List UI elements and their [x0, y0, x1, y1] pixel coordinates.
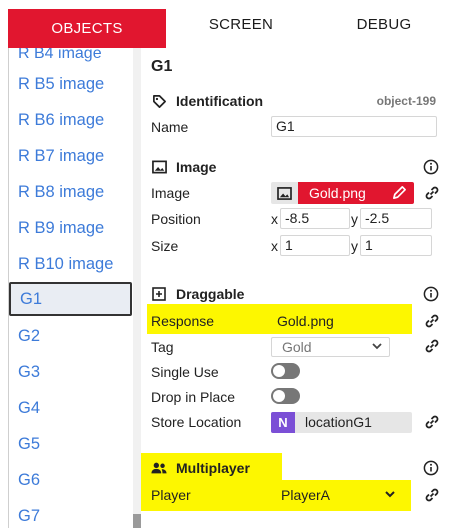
store-location-value: locationG1 [305, 414, 372, 430]
image-row-label: Image [151, 185, 190, 201]
drop-in-place-toggle[interactable] [271, 388, 300, 404]
tab-objects[interactable]: OBJECTS [0, 0, 167, 48]
tag-value: Gold [282, 339, 312, 355]
single-use-label: Single Use [151, 364, 219, 380]
name-field[interactable]: G1 [271, 116, 437, 137]
position-x-field[interactable]: -8.5 [280, 208, 350, 229]
list-item[interactable]: R B6 image [9, 102, 133, 138]
identification-label: Identification [176, 93, 264, 109]
size-y-field[interactable]: 1 [360, 235, 432, 256]
object-title: G1 [151, 58, 173, 75]
info-icon[interactable] [423, 286, 439, 302]
multiplayer-heading: Multiplayer [151, 458, 250, 478]
properties-panel: G1 Identification object-199 Name G1 Ima… [141, 48, 453, 528]
list-item[interactable]: R B9 image [9, 210, 133, 246]
size-x-label: x [271, 238, 278, 254]
list-item[interactable]: G4 [9, 390, 133, 426]
list-item[interactable]: G5 [9, 426, 133, 462]
image-thumb-icon [271, 182, 298, 204]
name-label: Name [151, 119, 189, 135]
response-value[interactable]: Gold.png [277, 313, 334, 329]
tab-bar: OBJECTS SCREEN DEBUG [0, 0, 453, 48]
info-icon[interactable] [423, 460, 439, 476]
object-id: object-199 [376, 94, 436, 108]
list-item[interactable]: G3 [9, 354, 133, 390]
link-icon[interactable] [423, 312, 441, 330]
player-select[interactable]: PlayerA [269, 485, 407, 506]
image-picker[interactable]: Gold.png [271, 182, 414, 204]
pencil-icon[interactable] [392, 185, 407, 200]
list-scrollbar[interactable] [133, 48, 141, 528]
tab-debug[interactable]: DEBUG [315, 0, 453, 48]
list-item[interactable]: R B4 image [9, 48, 133, 66]
image-heading: Image [151, 157, 216, 177]
single-use-toggle[interactable] [271, 363, 300, 379]
position-y-label: y [351, 211, 358, 227]
position-y-field[interactable]: -2.5 [360, 208, 432, 229]
position-label: Position [151, 211, 201, 227]
list-item[interactable]: R B5 image [9, 66, 133, 102]
player-label: Player [151, 487, 191, 503]
multiplayer-label: Multiplayer [176, 460, 250, 476]
response-label: Response [151, 313, 215, 329]
plus-box-icon [151, 286, 167, 302]
size-y-label: y [351, 238, 358, 254]
tab-screen[interactable]: SCREEN [167, 0, 315, 48]
list-item[interactable]: R B8 image [9, 174, 133, 210]
list-item[interactable]: G7 [9, 498, 133, 528]
list-item[interactable]: G2 [9, 318, 133, 354]
image-icon [151, 159, 167, 175]
identification-heading: Identification [151, 91, 263, 111]
location-badge: N [271, 412, 295, 433]
link-icon[interactable] [423, 184, 441, 202]
image-label: Image [176, 159, 217, 175]
store-location-label: Store Location [151, 414, 242, 430]
users-icon [151, 460, 167, 476]
draggable-heading: Draggable [151, 284, 244, 304]
chevron-down-icon [385, 491, 395, 498]
player-value: PlayerA [281, 487, 331, 503]
link-icon[interactable] [423, 486, 441, 504]
chevron-down-icon [372, 343, 382, 350]
list-item-selected[interactable]: G1 [9, 282, 132, 316]
tag-label: Tag [151, 339, 174, 355]
info-icon[interactable] [423, 159, 439, 175]
store-location-picker[interactable]: N locationG1 [271, 412, 412, 433]
size-label: Size [151, 238, 179, 254]
link-icon[interactable] [423, 337, 441, 355]
scrollbar-thumb[interactable] [133, 514, 141, 528]
draggable-label: Draggable [176, 286, 245, 302]
link-icon[interactable] [423, 413, 441, 431]
list-item[interactable]: R B7 image [9, 138, 133, 174]
tag-select[interactable]: Gold [271, 337, 390, 357]
list-item[interactable]: R B10 image [9, 246, 133, 282]
image-filename: Gold.png [309, 185, 366, 201]
list-item[interactable]: G6 [9, 462, 133, 498]
object-list: R B4 image R B5 image R B6 image R B7 im… [8, 48, 133, 528]
size-x-field[interactable]: 1 [280, 235, 350, 256]
tag-icon [151, 93, 167, 109]
position-x-label: x [271, 211, 278, 227]
drop-in-place-label: Drop in Place [151, 389, 236, 405]
